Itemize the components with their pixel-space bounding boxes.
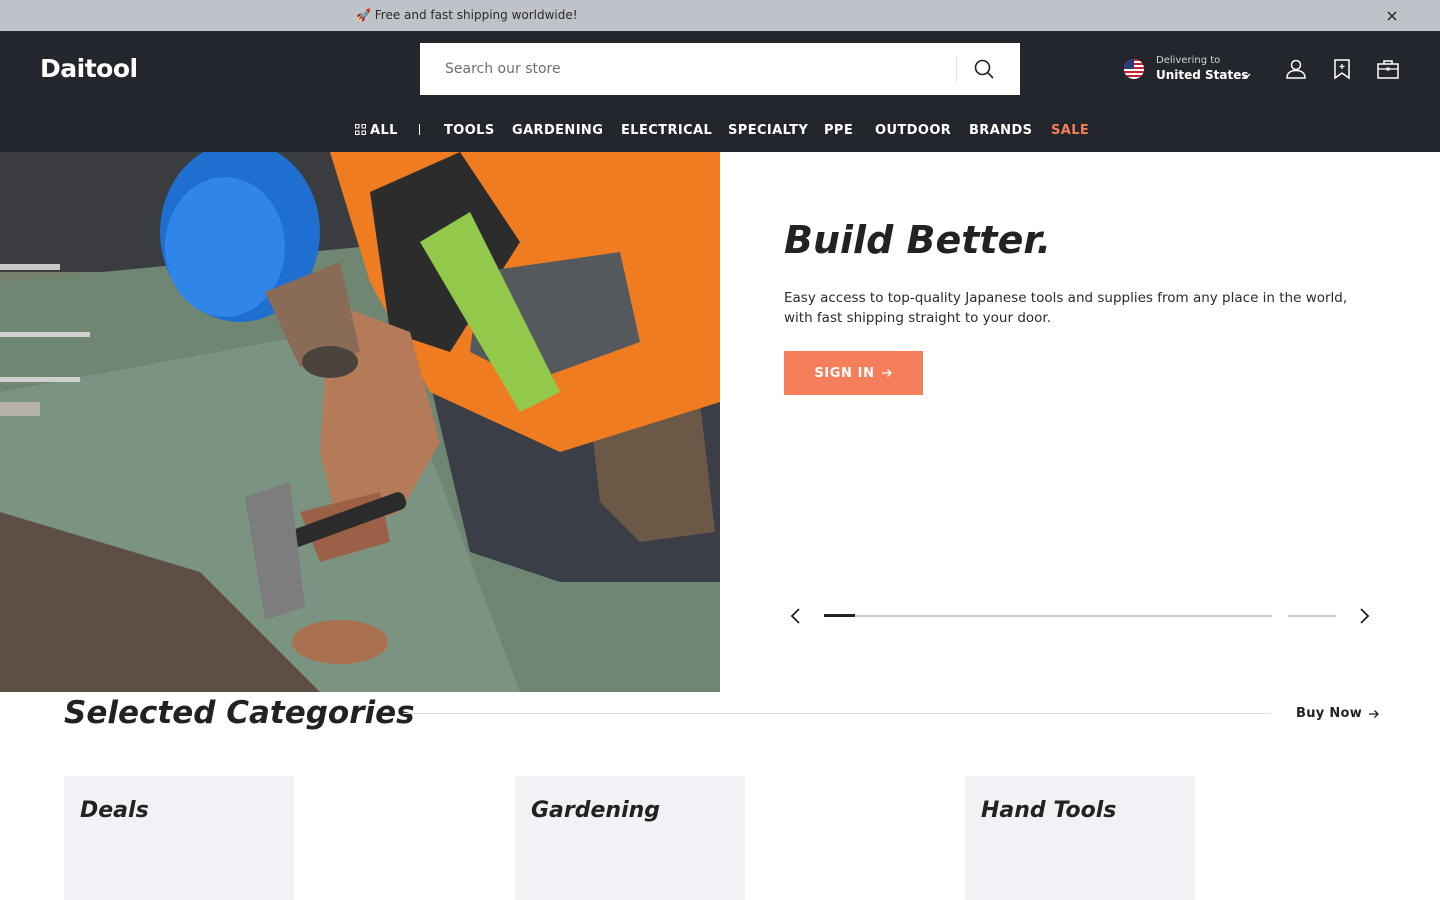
nav-item-brands[interactable]: BRANDS [969, 123, 1032, 138]
search-input[interactable] [420, 43, 956, 95]
nav-item-ppe[interactable]: PPE [824, 123, 853, 138]
shopping-bag-icon[interactable] [1376, 57, 1400, 81]
search-icon[interactable] [972, 57, 996, 81]
arrow-right-icon [881, 369, 892, 377]
sign-in-button[interactable]: SIGN IN [784, 351, 923, 395]
nav-item-tools[interactable]: TOOLS [444, 123, 495, 138]
buy-now-link[interactable]: Buy Now [1296, 706, 1380, 721]
delivery-label: Delivering to [1156, 55, 1221, 66]
search-bar [420, 43, 1020, 95]
hero-description: Easy access to top-quality Japanese tool… [784, 290, 1348, 326]
bookmark-icon[interactable] [1330, 57, 1354, 81]
category-card-title: Hand Tools [981, 798, 1117, 823]
delivery-country: United States [1156, 68, 1249, 82]
chevron-down-icon [1241, 73, 1251, 79]
category-card-hand-tools[interactable]: Hand Tools [965, 776, 1195, 900]
us-flag-icon [1124, 59, 1144, 79]
grid-icon [355, 124, 366, 135]
section-divider [403, 713, 1271, 714]
category-card-title: Gardening [531, 798, 661, 823]
nav-item-all[interactable]: ALL [370, 123, 398, 138]
nav-item-sale[interactable]: SALE [1051, 123, 1089, 138]
hero-image [0, 152, 720, 692]
category-card-gardening[interactable]: Gardening [515, 776, 745, 900]
arrow-right-icon [1369, 709, 1380, 718]
hero-worker-illustration [0, 152, 720, 692]
chevron-right-icon[interactable] [1356, 606, 1372, 626]
category-nav: ALL TOOLS GARDENING ELECTRICAL SPECIALTY… [0, 107, 1440, 152]
close-icon[interactable] [1384, 8, 1400, 24]
nav-divider [419, 124, 420, 135]
slide-progress-2[interactable] [1288, 615, 1336, 617]
delivery-selector[interactable]: Delivering to United States [1124, 55, 1256, 85]
section-title: Selected Categories [64, 695, 415, 731]
sign-in-label: SIGN IN [814, 365, 875, 381]
search-divider [956, 55, 957, 83]
site-header: Daitool Delivering to United States [0, 31, 1440, 107]
slide-progress-1[interactable] [824, 614, 1272, 617]
slide-progress-fill [824, 614, 856, 617]
nav-item-electrical[interactable]: ELECTRICAL [621, 123, 712, 138]
logo[interactable]: Daitool [40, 54, 138, 83]
hero-title: Build Better. [784, 218, 1052, 262]
buy-now-label: Buy Now [1296, 706, 1363, 721]
chevron-left-icon[interactable] [788, 606, 804, 626]
announcement-bar: 🚀 Free and fast shipping worldwide! [0, 0, 1440, 31]
announcement-text: 🚀 Free and fast shipping worldwide! [356, 8, 578, 22]
nav-item-specialty[interactable]: SPECIALTY [728, 123, 808, 138]
category-card-deals[interactable]: Deals [64, 776, 294, 900]
nav-item-outdoor[interactable]: OUTDOOR [875, 123, 951, 138]
nav-item-gardening[interactable]: GARDENING [512, 123, 603, 138]
category-card-title: Deals [80, 798, 149, 823]
user-icon[interactable] [1284, 57, 1308, 81]
